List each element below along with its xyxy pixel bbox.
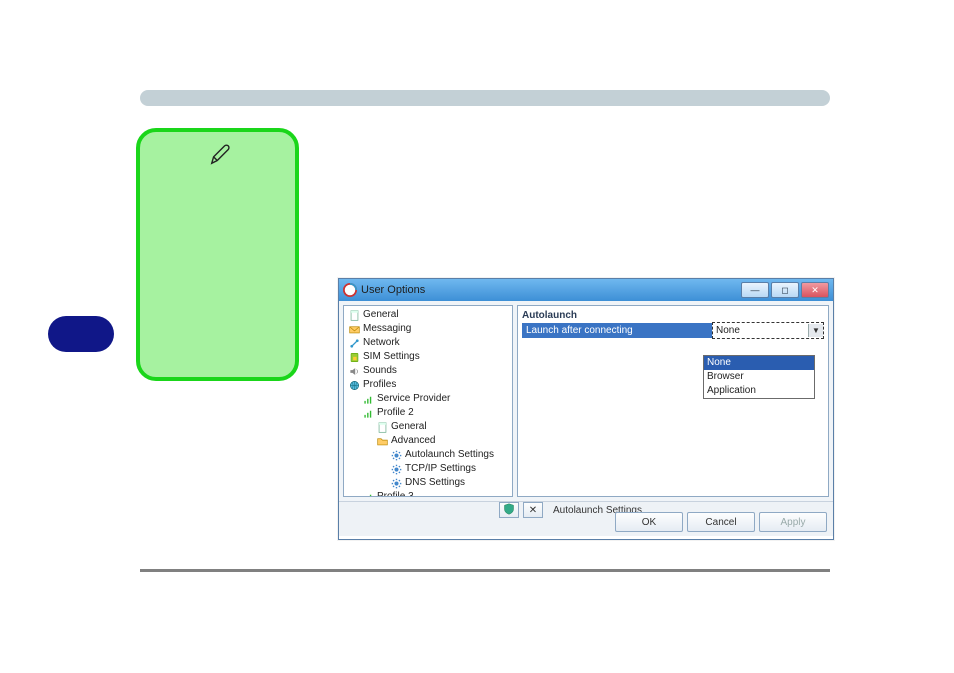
apply-button[interactable]: Apply	[759, 512, 827, 532]
combo-option-none[interactable]: None	[704, 356, 814, 370]
tree-item-service-provider[interactable]: Service Provider	[344, 392, 512, 406]
tree-item-label: Profiles	[363, 378, 396, 392]
tree-item-sim-settings[interactable]: SIM Settings	[344, 350, 512, 364]
tree-item-label: SIM Settings	[363, 350, 420, 364]
page-icon	[348, 309, 360, 321]
gear-icon	[390, 463, 402, 475]
maximize-button[interactable]: ◻	[771, 282, 799, 298]
tree-item-general[interactable]: General	[344, 420, 512, 434]
globe-icon	[348, 379, 360, 391]
mail-icon	[348, 323, 360, 335]
close-button[interactable]: ✕	[801, 282, 829, 298]
tree-item-label: Network	[363, 336, 400, 350]
field-label: Launch after connecting	[526, 325, 712, 336]
tree-item-messaging[interactable]: Messaging	[344, 322, 512, 336]
combo-option-browser[interactable]: Browser	[704, 370, 814, 384]
tree-item-general[interactable]: General	[344, 308, 512, 322]
gear-icon	[390, 449, 402, 461]
tree-item-label: Autolaunch Settings	[405, 448, 494, 462]
launch-after-row: Launch after connecting None ▼	[522, 323, 824, 338]
tree-item-sounds[interactable]: Sounds	[344, 364, 512, 378]
tree-item-label: TCP/IP Settings	[405, 462, 476, 476]
signal-icon	[362, 407, 374, 419]
tree-item-profile-3[interactable]: Profile 3	[344, 490, 512, 497]
options-tree[interactable]: GeneralMessagingNetworkSIM SettingsSound…	[343, 305, 513, 497]
chevron-down-icon: ▼	[808, 324, 823, 337]
tree-item-network[interactable]: Network	[344, 336, 512, 350]
tree-item-label: Sounds	[363, 364, 397, 378]
x-icon: ✕	[529, 505, 537, 516]
help-button[interactable]	[499, 502, 519, 518]
tree-item-label: General	[391, 420, 427, 434]
tree-item-dns-settings[interactable]: DNS Settings	[344, 476, 512, 490]
minimize-button[interactable]: —	[741, 282, 769, 298]
tree-item-label: Profile 3	[377, 490, 414, 497]
tree-item-label: DNS Settings	[405, 476, 465, 490]
tree-item-label: Service Provider	[377, 392, 450, 406]
dialog-title: User Options	[361, 284, 741, 296]
gear-icon	[390, 477, 402, 489]
dialog-footer: ✕ Autolaunch Settings OK Cancel Apply	[339, 501, 833, 536]
content-panel: Autolaunch Launch after connecting None …	[517, 305, 829, 497]
shield-icon	[503, 503, 515, 518]
sim-icon	[348, 351, 360, 363]
tree-item-label: Messaging	[363, 322, 411, 336]
section-title: Autolaunch	[522, 310, 824, 321]
blue-pill	[48, 316, 114, 352]
tree-item-label: Advanced	[391, 434, 435, 448]
tree-item-profile-2[interactable]: Profile 2	[344, 406, 512, 420]
pen-icon	[209, 144, 231, 166]
signal-icon	[362, 393, 374, 405]
green-card	[136, 128, 299, 381]
ok-button[interactable]: OK	[615, 512, 683, 532]
tree-item-label: Profile 2	[377, 406, 414, 420]
titlebar[interactable]: User Options — ◻ ✕	[339, 279, 833, 301]
tree-item-autolaunch-settings[interactable]: Autolaunch Settings	[344, 448, 512, 462]
tree-item-label: General	[363, 308, 399, 322]
signal-icon	[362, 491, 374, 497]
tree-item-advanced[interactable]: Advanced	[344, 434, 512, 448]
bottom-divider	[140, 569, 830, 572]
combo-option-application[interactable]: Application	[704, 384, 814, 398]
app-icon	[343, 283, 357, 297]
cancel-button[interactable]: Cancel	[687, 512, 755, 532]
folder-open-icon	[376, 435, 388, 447]
combo-value: None	[713, 325, 808, 336]
tree-item-profiles[interactable]: Profiles	[344, 378, 512, 392]
user-options-dialog: User Options — ◻ ✕ GeneralMessagingNetwo…	[338, 278, 834, 540]
close-panel-button[interactable]: ✕	[523, 502, 543, 518]
decorative-bar	[140, 90, 830, 106]
net-icon	[348, 337, 360, 349]
launch-after-dropdown[interactable]: NoneBrowserApplication	[703, 355, 815, 399]
page-icon	[376, 421, 388, 433]
sound-icon	[348, 365, 360, 377]
tree-item-tcp-ip-settings[interactable]: TCP/IP Settings	[344, 462, 512, 476]
launch-after-combo[interactable]: None ▼	[712, 322, 824, 339]
